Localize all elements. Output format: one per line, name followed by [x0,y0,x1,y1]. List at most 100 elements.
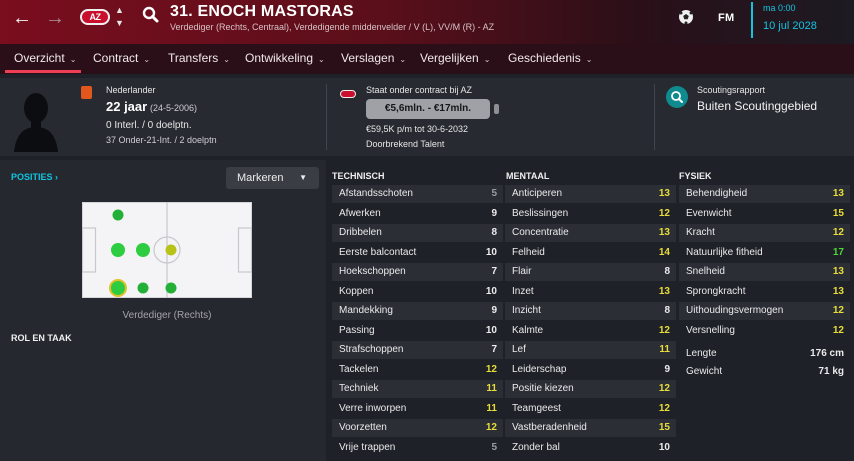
attribute-row[interactable]: Techniek 11 [332,380,503,398]
selected-position-caption: Verdediger (Rechts) [122,310,212,321]
attribute-row[interactable]: Dribbelen 8 [332,224,503,242]
search-icon[interactable] [141,5,161,25]
attribute-name: Anticiperen [512,188,563,199]
positions-link[interactable]: POSITIES › [11,172,58,182]
attribute-row[interactable]: Anticiperen 13 [505,185,676,203]
position-dot-dl[interactable] [111,243,125,257]
u21-caps: 37 Onder-21-Int. / 2 doelptn [106,135,217,145]
attribute-row[interactable]: Inzet 13 [505,283,676,301]
player-age: 22 jaar [106,99,148,114]
attribute-name: Techniek [339,383,379,394]
attribute-row[interactable]: Passing 10 [332,322,503,340]
attribute-row[interactable]: Beslissingen 12 [505,205,676,223]
markeren-dropdown[interactable]: Markeren ▼ [226,167,319,189]
attribute-row[interactable]: Kalmte 12 [505,322,676,340]
attribute-row[interactable]: Concentratie 13 [505,224,676,242]
attribute-row[interactable]: Mandekking 9 [332,302,503,320]
club-badge[interactable]: AZ [80,9,110,25]
weight-row: Gewicht 71 kg [686,366,844,377]
attribute-value: 8 [491,227,497,238]
attribute-row[interactable]: Hoekschoppen 7 [332,263,503,281]
position-dot-dr-selected[interactable] [109,279,127,297]
market-value-pill[interactable]: €5,6mln. - €17mln. [366,99,490,119]
chevron-down-icon[interactable]: ▼ [115,18,124,28]
attribute-name: Teamgeest [512,402,561,414]
attribute-name: Felheid [512,246,545,258]
attribute-value: 12 [832,227,844,238]
attribute-row[interactable]: Leiderschap 9 [505,361,676,379]
attribute-row[interactable]: Tackelen 12 [332,361,503,379]
forward-arrow-icon[interactable]: → [45,8,65,28]
attribute-row[interactable]: Kracht 12 [679,224,850,242]
weight-label: Gewicht [686,366,723,377]
attribute-row[interactable]: Afstandsschoten 5 [332,185,503,203]
attribute-row[interactable]: Vastberadenheid 15 [505,419,676,437]
nationality[interactable]: Nederlander [106,85,156,95]
attribute-value: 12 [658,402,670,414]
magnifier-icon [671,91,683,103]
attribute-name: Inzicht [512,305,541,316]
tab-verslagen[interactable]: Verslagen ⌄ [341,51,406,65]
game-date[interactable]: 10 jul 2028 [763,20,817,32]
attribute-row[interactable]: Voorzetten 12 [332,419,503,437]
attribute-row[interactable]: Lef 11 [505,341,676,359]
attribute-row[interactable]: Sprongkracht 13 [679,283,850,301]
attribute-name: Eerste balcontact [339,246,417,258]
tab-ontwikkeling[interactable]: Ontwikkeling ⌄ [245,51,325,65]
attribute-row[interactable]: Vrije trappen 5 [332,439,503,457]
attribute-name: Positie kiezen [512,383,574,394]
contract-status[interactable]: Staat onder contract bij AZ [366,85,472,95]
attribute-name: Koppen [339,285,374,297]
attribute-name: Kalmte [512,324,544,336]
fm-logo[interactable]: FM [718,12,734,24]
tab-contract[interactable]: Contract ⌄ [93,51,150,65]
chevron-down-icon: ⌄ [143,55,151,64]
attribute-value: 12 [658,207,670,219]
position-dot-dm[interactable] [112,209,124,221]
attribute-row[interactable]: Afwerken 9 [332,205,503,223]
position-dot-wbr[interactable] [137,282,149,294]
attribute-row[interactable]: Behendigheid 13 [679,185,850,203]
position-dot-dmc[interactable] [165,244,177,256]
attribute-row[interactable]: Felheid 14 [505,244,676,262]
chevron-up-icon[interactable]: ▲ [115,5,124,15]
attribute-row[interactable]: Verre inworpen 11 [332,400,503,418]
position-dot-dmr[interactable] [165,282,177,294]
attribute-row[interactable]: Snelheid 13 [679,263,850,281]
position-dot-dc[interactable] [136,243,150,257]
attribute-row[interactable]: Positie kiezen 12 [505,380,676,398]
attribute-name: Versnelling [686,324,735,336]
nationality-flag-icon[interactable] [81,86,92,99]
contract-club-badge-icon[interactable] [340,90,356,98]
tab-transfers[interactable]: Transfers ⌄ [168,51,230,65]
attribute-row[interactable]: Flair 8 [505,263,676,281]
attribute-row[interactable]: Koppen 10 [332,283,503,301]
attribute-value: 15 [658,422,670,433]
attribute-row[interactable]: Versnelling 12 [679,322,850,340]
attribute-row[interactable]: Strafschoppen 7 [332,341,503,359]
attribute-row[interactable]: Evenwicht 15 [679,205,850,223]
attribute-name: Uithoudingsvermogen [686,305,784,316]
tab-geschiedenis[interactable]: Geschiedenis ⌄ [508,51,592,65]
attribute-name: Evenwicht [686,207,732,219]
scouting-status: Buiten Scoutinggebied [697,99,818,113]
attribute-row[interactable]: Eerste balcontact 10 [332,244,503,262]
attribute-row[interactable]: Teamgeest 12 [505,400,676,418]
back-arrow-icon[interactable]: ← [12,8,32,28]
height-label: Lengte [686,348,717,359]
attribute-name: Natuurlijke fitheid [686,246,763,258]
attribute-name: Flair [512,266,532,277]
scouting-report-button[interactable] [666,86,688,108]
game-time: ma 0:00 [763,3,796,13]
attribute-row[interactable]: Uithoudingsvermogen 12 [679,302,850,320]
tab-vergelijken[interactable]: Vergelijken ⌄ [420,51,490,65]
mental-heading: MENTAAL [506,171,550,181]
tab-overzicht[interactable]: Overzicht ⌄ [14,51,76,65]
attribute-row[interactable]: Inzicht 8 [505,302,676,320]
attribute-name: Inzet [512,285,534,297]
attribute-value: 11 [659,344,670,355]
attribute-row[interactable]: Zonder bal 10 [505,439,676,457]
football-icon[interactable] [678,9,694,25]
attribute-name: Behendigheid [686,188,748,199]
attribute-row[interactable]: Natuurlijke fitheid 17 [679,244,850,262]
